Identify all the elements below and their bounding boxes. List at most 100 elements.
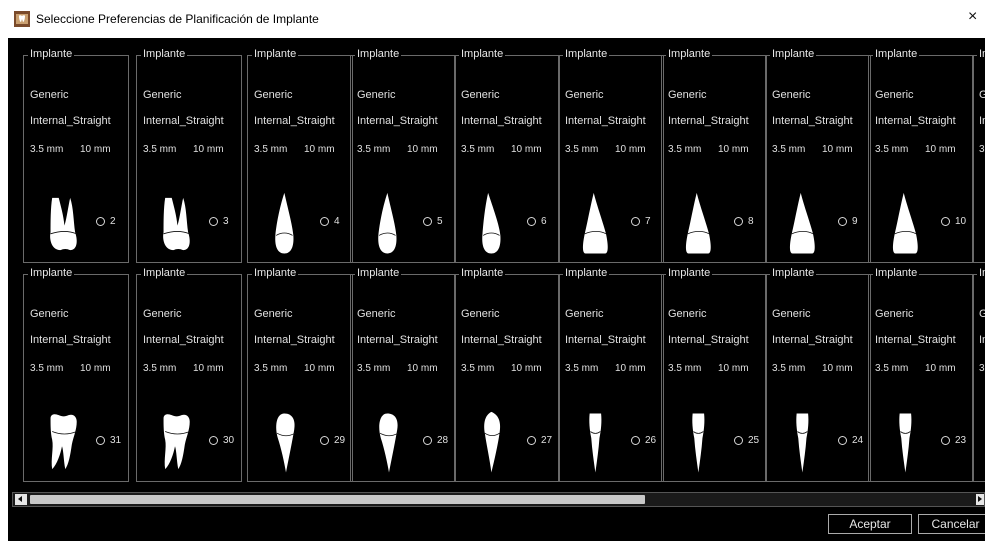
implant-grid: Implante Generic Internal_Straight 3.5 mm 10… [8,38,985,488]
implant-diameter: 3.5 mm [461,144,495,155]
tooth-number: 25 [748,435,760,446]
implant-diameter: 3.5 mm [30,363,64,374]
implant-card-9[interactable]: Implante Generic Internal_Straight 3.5 mm 10… [765,48,871,263]
tooth-radio[interactable] [941,217,950,226]
tooth-icon [163,197,190,251]
tooth-radio[interactable] [631,217,640,226]
tooth-radio[interactable] [734,217,743,226]
tooth-number: 27 [541,435,553,446]
implant-connection: Internal_Straight [357,334,438,346]
implant-diameter: 3.5 mm [668,144,702,155]
implant-card-5[interactable]: Implante Generic Internal_Straight 3.5 mm 10… [350,48,456,263]
implant-diameter: 3.5 mm [143,144,177,155]
implant-card-10[interactable]: Implante Generic Internal_Straight 3.5 mm 10… [868,48,974,263]
tooth-number: 28 [437,435,449,446]
implant-length: 10 mm [511,363,542,374]
implant-card-25[interactable]: Implante Generic Internal_Straight 3.5 mm 10… [661,267,767,482]
implant-length: 10 mm [822,144,853,155]
tooth-number: 23 [955,435,967,446]
title-bar: Seleccione Preferencias de Planificación… [0,0,985,38]
implant-card-26[interactable]: Implante Generic Internal_Straight 3.5 mm 10… [558,267,664,482]
implant-card-23[interactable]: Implante Generic Internal_Straight 3.5 mm 10… [868,267,974,482]
tooth-radio[interactable] [527,217,536,226]
tooth-icon [692,413,705,473]
tooth-radio[interactable] [631,436,640,445]
cancel-button[interactable]: Cancelar [918,514,985,534]
tooth-number: 29 [334,435,346,446]
implant-card-27[interactable]: Implante Generic Internal_Straight 3.5 mm 10… [454,267,560,482]
tooth-radio[interactable] [527,436,536,445]
tooth-icon [484,411,501,473]
implant-card-7[interactable]: Implante Generic Internal_Straight 3.5 mm 10… [558,48,664,263]
implant-card-28[interactable]: Implante Generic Internal_Straight 3.5 mm 10… [350,267,456,482]
tooth-radio[interactable] [96,436,105,445]
tooth-number: 5 [437,216,443,227]
implant-diameter: 3.5 mm [565,144,599,155]
tooth-radio[interactable] [320,436,329,445]
implant-card-31[interactable]: Implante Generic Internal_Straight 3.5 mm 10… [23,267,129,482]
group-label: Implante [666,267,713,279]
tooth-radio[interactable] [838,217,847,226]
group-label: Implante [563,267,610,279]
tooth-icon [276,413,296,473]
group-label: Implante [141,48,188,60]
tooth-number: 30 [223,435,235,446]
accept-button[interactable]: Aceptar [828,514,912,534]
tooth-radio[interactable] [838,436,847,445]
implant-connection: Internal_Straight [979,334,985,346]
group-label: Implante [873,48,920,60]
implant-length: 10 mm [193,363,224,374]
implant-brand: Generic [357,308,396,320]
implant-card-2[interactable]: Implante Generic Internal_Straight 3.5 mm 10… [23,48,129,263]
tooth-icon [796,413,809,473]
implant-length: 10 mm [925,363,956,374]
implant-diameter: 3.5 mm [254,363,288,374]
implant-card-29[interactable]: Implante Generic Internal_Straight 3.5 mm 10… [247,267,353,482]
implant-card-24[interactable]: Implante Generic Internal_Straight 3.5 mm 10… [765,267,871,482]
tooth-radio[interactable] [423,436,432,445]
tooth-icon [582,192,608,254]
implant-diameter: 3.5 mm [979,363,985,374]
group-label: Implante [141,267,188,279]
tooth-radio[interactable] [941,436,950,445]
implant-card-22[interactable]: ImplanteGenericInternal_Straight3.5 mm10… [972,267,985,482]
implant-connection: Internal_Straight [30,334,111,346]
implant-card-4[interactable]: Implante Generic Internal_Straight 3.5 mm 10… [247,48,353,263]
tooth-number: 9 [852,216,858,227]
implant-card-30[interactable]: Implante Generic Internal_Straight 3.5 mm 10… [136,267,242,482]
tooth-radio[interactable] [734,436,743,445]
horizontal-scrollbar[interactable] [12,492,985,507]
tooth-radio[interactable] [209,217,218,226]
tooth-number: 10 [955,216,967,227]
implant-diameter: 3.5 mm [565,363,599,374]
tooth-radio[interactable] [96,217,105,226]
implant-card-6[interactable]: Implante Generic Internal_Straight 3.5 mm 10… [454,48,560,263]
tooth-number: 31 [110,435,122,446]
implant-brand: Generic [143,89,182,101]
chevron-right-icon [978,496,982,502]
implant-card-8[interactable]: Implante Generic Internal_Straight 3.5 mm 10… [661,48,767,263]
implant-card-11[interactable]: ImplanteGenericInternal_Straight3.5 mm10… [972,48,985,263]
implant-connection: Internal_Straight [357,115,438,127]
group-label: Implante [873,267,920,279]
tooth-radio[interactable] [320,217,329,226]
tooth-icon [50,414,77,470]
group-label: Implante [666,48,713,60]
implant-length: 10 mm [615,363,646,374]
implant-length: 10 mm [193,144,224,155]
implant-brand: Generic [254,308,293,320]
implant-connection: Internal_Straight [668,115,749,127]
implant-connection: Internal_Straight [254,115,335,127]
scroll-left-button[interactable] [15,494,27,505]
tooth-radio[interactable] [423,217,432,226]
implant-card-3[interactable]: Implante Generic Internal_Straight 3.5 mm 10… [136,48,242,263]
implant-brand: Generic [357,89,396,101]
implant-diameter: 3.5 mm [143,363,177,374]
scroll-right-button[interactable] [976,494,984,505]
tooth-icon [892,192,918,254]
tooth-radio[interactable] [209,436,218,445]
tooth-icon [50,197,77,251]
scrollbar-thumb[interactable] [30,495,645,504]
implant-diameter: 3.5 mm [254,144,288,155]
close-icon[interactable]: × [968,9,977,25]
